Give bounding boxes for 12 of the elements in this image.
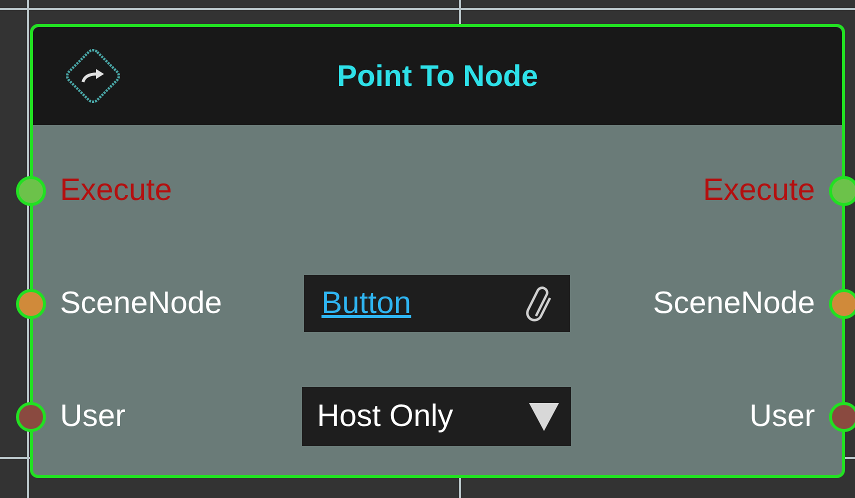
pin-label: User [60,397,126,436]
node-title: Point To Node [336,58,538,94]
pin-label: Execute [702,171,815,210]
pin-label: SceneNode [60,284,224,322]
pin-label: SceneNode [652,284,815,322]
dropdown-arrow-icon [529,402,559,430]
node-link-field[interactable]: Button [304,275,570,332]
pin-label: Execute [60,171,174,210]
pin-label: User [748,397,815,436]
paperclip-icon [526,284,552,324]
node-link[interactable]: Button [322,280,412,327]
dropdown[interactable]: Host Only [302,387,571,446]
